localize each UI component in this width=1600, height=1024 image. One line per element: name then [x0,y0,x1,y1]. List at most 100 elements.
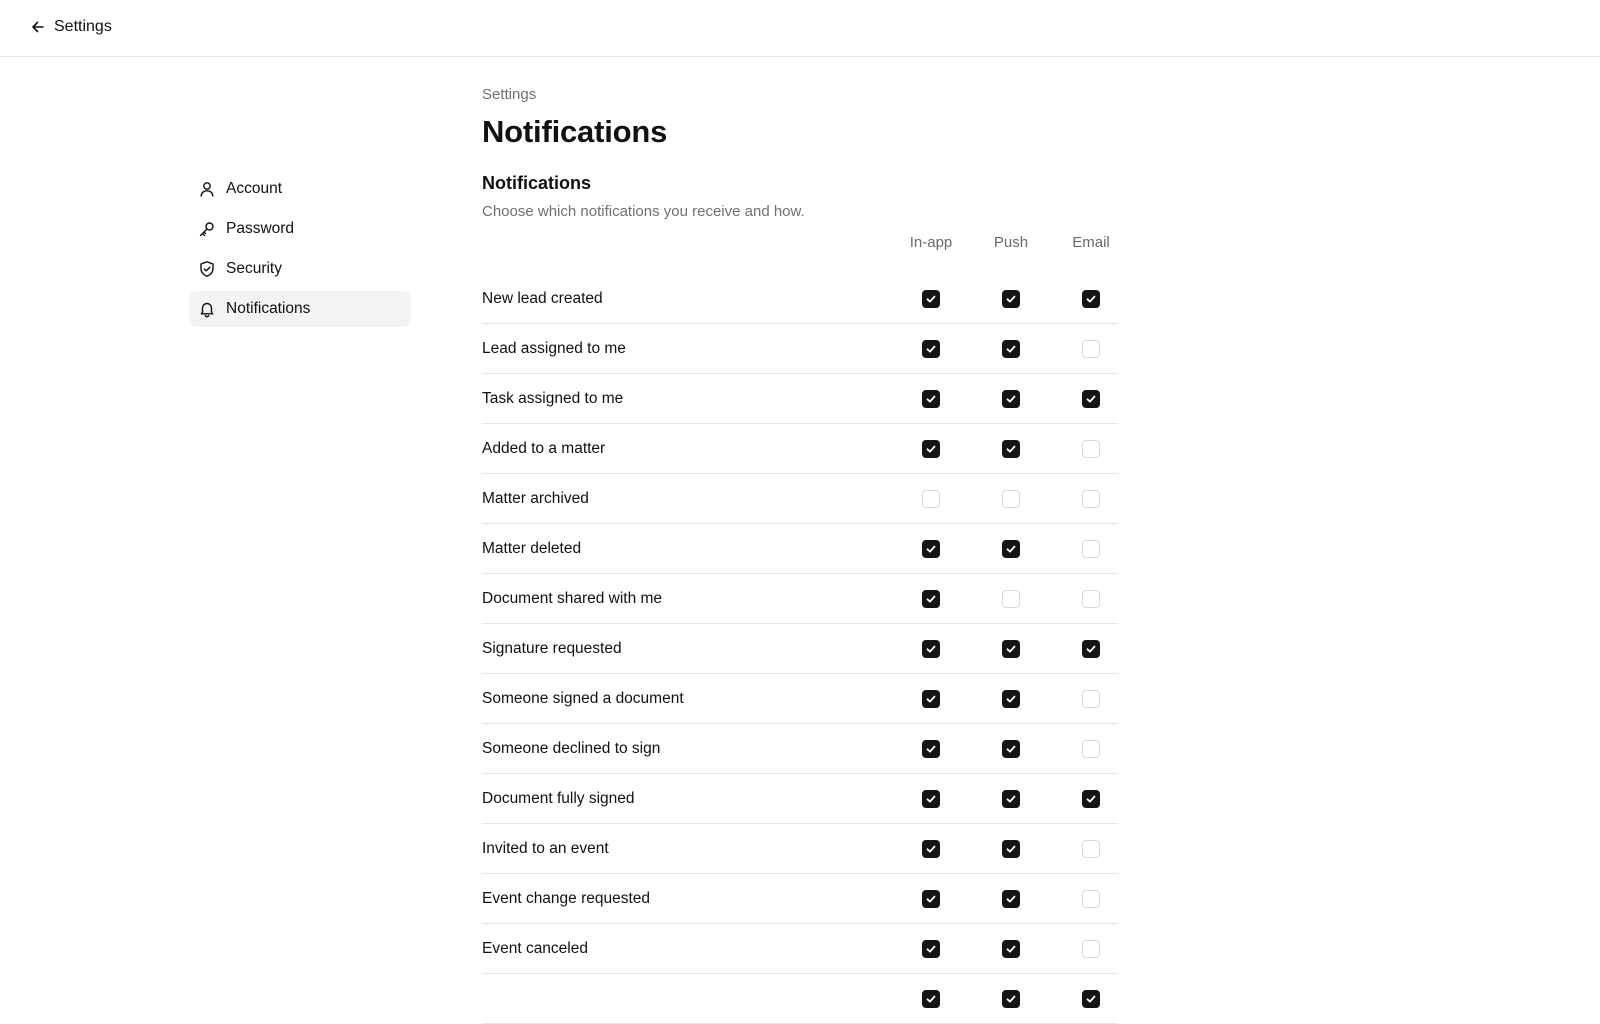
push-checkbox[interactable] [1002,590,1020,608]
push-checkbox[interactable] [1002,340,1020,358]
in-app-checkbox[interactable] [922,990,940,1008]
in-app-checkbox[interactable] [922,790,940,808]
email-checkbox[interactable] [1082,490,1100,508]
notification-preferences-table: New lead created Lead assigned to me Task … [482,274,1118,1024]
checkmark-icon [1006,695,1016,703]
email-checkbox[interactable] [1082,740,1100,758]
user-icon [198,180,216,198]
email-checkbox[interactable] [1082,340,1100,358]
checkmark-icon [1006,545,1016,553]
page-title: Notifications [482,114,668,149]
checkmark-icon [1086,645,1096,653]
section-description: Choose which notifications you receive a… [482,203,805,220]
in-app-checkbox[interactable] [922,440,940,458]
notification-row-label: Invited to an event [482,840,609,857]
checkmark-icon [1006,395,1016,403]
checkmark-icon [1006,345,1016,353]
notification-row: Document fully signed [482,774,1118,824]
push-checkbox[interactable] [1002,540,1020,558]
arrow-left-icon [30,19,46,35]
checkmark-icon [926,795,936,803]
sidebar-item-notifications[interactable]: Notifications [189,291,411,327]
column-header-email: Email [1072,234,1110,251]
checkmark-icon [1006,295,1016,303]
push-checkbox[interactable] [1002,990,1020,1008]
checkmark-icon [926,345,936,353]
notification-row-label: Document fully signed [482,790,635,807]
in-app-checkbox[interactable] [922,590,940,608]
email-checkbox[interactable] [1082,540,1100,558]
notification-row: Matter deleted [482,524,1118,574]
push-checkbox[interactable] [1002,390,1020,408]
in-app-checkbox[interactable] [922,640,940,658]
sidebar-item-account[interactable]: Account [189,171,411,207]
notification-row-label: Someone signed a document [482,690,684,707]
notification-row: Document shared with me [482,574,1118,624]
in-app-checkbox[interactable] [922,690,940,708]
checkmark-icon [1086,295,1096,303]
notification-row-label: Added to a matter [482,440,606,457]
notification-row: Invited to an event [482,824,1118,874]
notification-row-label: Task assigned to me [482,390,624,407]
email-checkbox[interactable] [1082,790,1100,808]
push-checkbox[interactable] [1002,890,1020,908]
notification-row: Someone signed a document [482,674,1118,724]
in-app-checkbox[interactable] [922,940,940,958]
in-app-checkbox[interactable] [922,840,940,858]
in-app-checkbox[interactable] [922,340,940,358]
push-checkbox[interactable] [1002,640,1020,658]
checkmark-icon [926,295,936,303]
push-checkbox[interactable] [1002,940,1020,958]
in-app-checkbox[interactable] [922,390,940,408]
breadcrumb: Settings [482,86,537,103]
push-checkbox[interactable] [1002,840,1020,858]
email-checkbox[interactable] [1082,690,1100,708]
checkmark-icon [926,995,936,1003]
checkmark-icon [926,445,936,453]
checkmark-icon [926,945,936,953]
notification-row: Event change requested [482,874,1118,924]
email-checkbox[interactable] [1082,890,1100,908]
push-checkbox[interactable] [1002,790,1020,808]
checkmark-icon [1006,745,1016,753]
notification-row-label: Someone declined to sign [482,740,661,757]
push-checkbox[interactable] [1002,490,1020,508]
checkmark-icon [926,595,936,603]
email-checkbox[interactable] [1082,390,1100,408]
column-header-in-app: In-app [909,234,953,251]
settings-sidebar: Account Password Security Notifications [189,171,411,331]
sidebar-item-security[interactable]: Security [189,251,411,287]
notification-row-label: Signature requested [482,640,622,657]
email-checkbox[interactable] [1082,940,1100,958]
notification-row-label: Lead assigned to me [482,340,626,357]
notification-row-label: Matter archived [482,490,589,507]
key-icon [198,220,216,238]
push-checkbox[interactable] [1002,290,1020,308]
email-checkbox[interactable] [1082,590,1100,608]
in-app-checkbox[interactable] [922,540,940,558]
email-checkbox[interactable] [1082,440,1100,458]
checkmark-icon [1006,845,1016,853]
shield-check-icon [198,260,216,278]
in-app-checkbox[interactable] [922,740,940,758]
notification-row-label: Event canceled [482,940,588,957]
push-checkbox[interactable] [1002,440,1020,458]
in-app-checkbox[interactable] [922,890,940,908]
sidebar-item-password[interactable]: Password [189,211,411,247]
push-checkbox[interactable] [1002,690,1020,708]
push-checkbox[interactable] [1002,740,1020,758]
in-app-checkbox[interactable] [922,490,940,508]
top-bar: Settings [0,0,1600,57]
checkmark-icon [926,845,936,853]
checkmark-icon [1086,995,1096,1003]
in-app-checkbox[interactable] [922,290,940,308]
notification-row: Added to a matter [482,424,1118,474]
checkmark-icon [926,395,936,403]
email-checkbox[interactable] [1082,840,1100,858]
section-title: Notifications [482,173,592,193]
email-checkbox[interactable] [1082,990,1100,1008]
checkmark-icon [926,745,936,753]
email-checkbox[interactable] [1082,640,1100,658]
back-to-settings-link[interactable]: Settings [30,18,112,36]
email-checkbox[interactable] [1082,290,1100,308]
